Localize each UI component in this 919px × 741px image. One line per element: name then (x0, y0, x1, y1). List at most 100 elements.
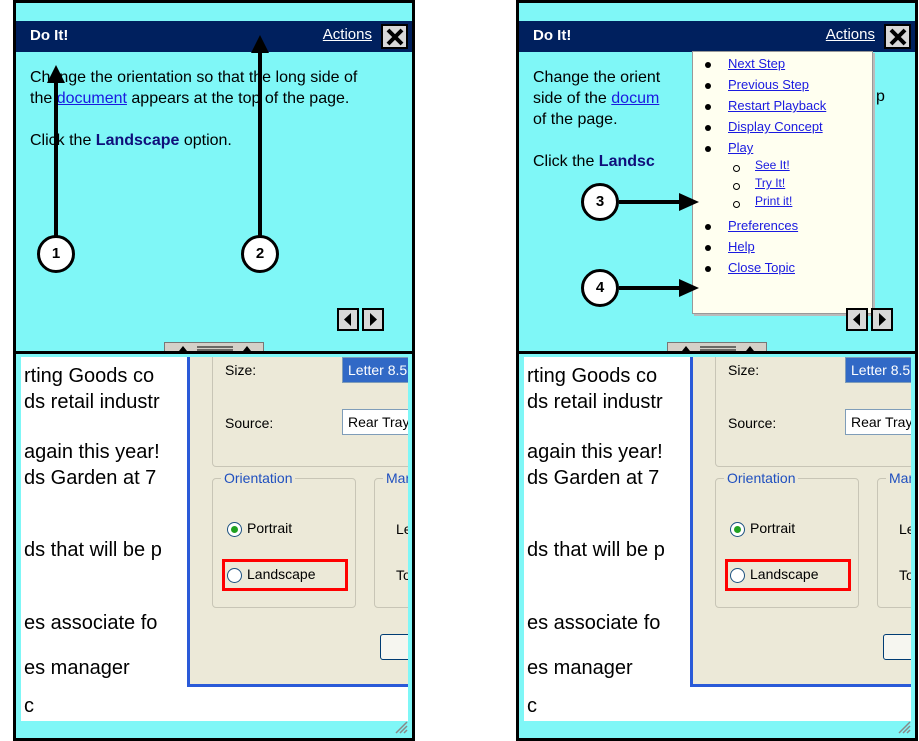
menu-try-it[interactable]: Try It! (755, 176, 785, 190)
menu-help[interactable]: Help (728, 239, 755, 254)
doc-line: es manager (527, 657, 633, 679)
close-button[interactable] (884, 24, 911, 49)
callout-arrow-1 (47, 65, 65, 243)
splitter-bar[interactable] (519, 351, 915, 354)
bullet (705, 245, 711, 251)
sub-bullet (733, 201, 740, 208)
actions-link[interactable]: Actions (323, 26, 372, 43)
bullet (705, 125, 711, 131)
previous-button[interactable] (337, 308, 359, 331)
splitter-bar[interactable] (16, 351, 412, 354)
menu-close-topic[interactable]: Close Topic (728, 260, 795, 275)
doc-line: es associate fo (527, 612, 661, 634)
callout-1: 1 (37, 235, 75, 273)
instruction-tail: p (876, 88, 885, 105)
doc-line: ds that will be p (24, 539, 162, 561)
callout-arrow-4 (619, 279, 699, 297)
bullet (705, 224, 711, 230)
landscape-term: Landsc (598, 153, 655, 170)
panel-title: Do It! (533, 27, 572, 44)
sub-bullet (733, 165, 740, 172)
menu-preferences[interactable]: Preferences (728, 218, 798, 233)
landscape-radio[interactable] (227, 568, 242, 583)
bullet (705, 146, 711, 152)
margins-group-title: Mar (886, 470, 911, 486)
landscape-term: Landscape (95, 132, 180, 149)
landscape-label: Landscape (247, 566, 316, 582)
doc-line: es manager (24, 657, 130, 679)
doc-line: again this year! (24, 441, 160, 463)
resize-grip-icon[interactable] (394, 720, 408, 734)
previous-button[interactable] (846, 308, 868, 331)
menu-play[interactable]: Play (728, 140, 753, 155)
application-screenshot: rting Goods co ds retail industr again t… (21, 357, 408, 721)
instruction-text: Change the orientation so that the long … (30, 69, 358, 149)
sub-bullet (733, 183, 740, 190)
actions-menu: Next Step Previous Step Restart Playback… (692, 51, 873, 314)
portrait-radio[interactable] (730, 522, 745, 537)
bullet (705, 83, 711, 89)
left-arrow-icon (853, 313, 860, 326)
source-label: Source: (225, 415, 274, 431)
left-margin-label: Lef (396, 521, 408, 537)
doc-line: ds Garden at 7 (527, 467, 660, 489)
left-arrow-icon (344, 313, 351, 326)
do-it-panel-right: Do It! Actions Change the orient side of … (516, 0, 918, 741)
dialog-button[interactable] (380, 634, 408, 660)
menu-next-step[interactable]: Next Step (728, 56, 785, 71)
doc-line: es associate fo (24, 612, 158, 634)
portrait-label: Portrait (247, 520, 293, 536)
menu-previous-step[interactable]: Previous Step (728, 77, 809, 92)
size-label: Size: (225, 362, 257, 378)
menu-print-it[interactable]: Print it! (755, 194, 792, 208)
resize-grip-icon[interactable] (897, 720, 911, 734)
close-button[interactable] (381, 24, 408, 49)
close-icon (889, 28, 907, 46)
panel-title: Do It! (30, 27, 69, 44)
size-dropdown[interactable]: Letter 8.5 (845, 357, 911, 383)
menu-see-it[interactable]: See It! (755, 158, 790, 172)
doc-line: rting Goods co (24, 365, 155, 387)
menu-display-concept[interactable]: Display Concept (728, 119, 823, 134)
right-arrow-icon (879, 313, 886, 326)
portrait-radio[interactable] (227, 522, 242, 537)
right-arrow-icon (370, 313, 377, 326)
source-label: Source: (728, 415, 777, 431)
page-setup-dialog: Size: Letter 8.5 Source: Rear Tray Orien… (690, 357, 911, 687)
radio-selected-dot (734, 526, 741, 533)
dialog-button[interactable] (883, 634, 911, 660)
doc-line: ds retail industr (24, 391, 160, 413)
menu-restart-playback[interactable]: Restart Playback (728, 98, 826, 113)
margins-group: Mar (374, 470, 408, 608)
next-button[interactable] (871, 308, 893, 331)
callout-arrow-3 (619, 193, 699, 211)
do-it-panel-left: Do It! Actions Change the orientation so… (13, 0, 415, 741)
source-dropdown[interactable]: Rear Tray (845, 409, 911, 435)
callout-2: 2 (241, 235, 279, 273)
radio-selected-dot (231, 526, 238, 533)
size-dropdown[interactable]: Letter 8.5 (342, 357, 408, 383)
orientation-group-title: Orientation (221, 470, 296, 486)
left-margin-label: Lef (899, 521, 911, 537)
landscape-radio[interactable] (730, 568, 745, 583)
actions-link[interactable]: Actions (826, 26, 875, 43)
document-link[interactable]: docum (611, 90, 659, 107)
doc-line: ds Garden at 7 (24, 467, 157, 489)
size-label: Size: (728, 362, 760, 378)
bullet (705, 104, 711, 110)
bullet (705, 266, 711, 272)
page-setup-dialog: Size: Letter 8.5 Source: Rear Tray Orien… (187, 357, 408, 687)
top-margin-label: To (396, 567, 408, 583)
next-button[interactable] (362, 308, 384, 331)
callout-arrow-2 (251, 35, 269, 238)
margins-group-title: Mar (383, 470, 408, 486)
portrait-label: Portrait (750, 520, 796, 536)
margins-group: Mar (877, 470, 911, 608)
doc-line: rting Goods co (527, 365, 658, 387)
doc-line: ds that will be p (527, 539, 665, 561)
close-icon (386, 28, 404, 46)
top-margin-label: To (899, 567, 911, 583)
source-dropdown[interactable]: Rear Tray (342, 409, 408, 435)
bullet (705, 62, 711, 68)
orientation-group-title: Orientation (724, 470, 799, 486)
